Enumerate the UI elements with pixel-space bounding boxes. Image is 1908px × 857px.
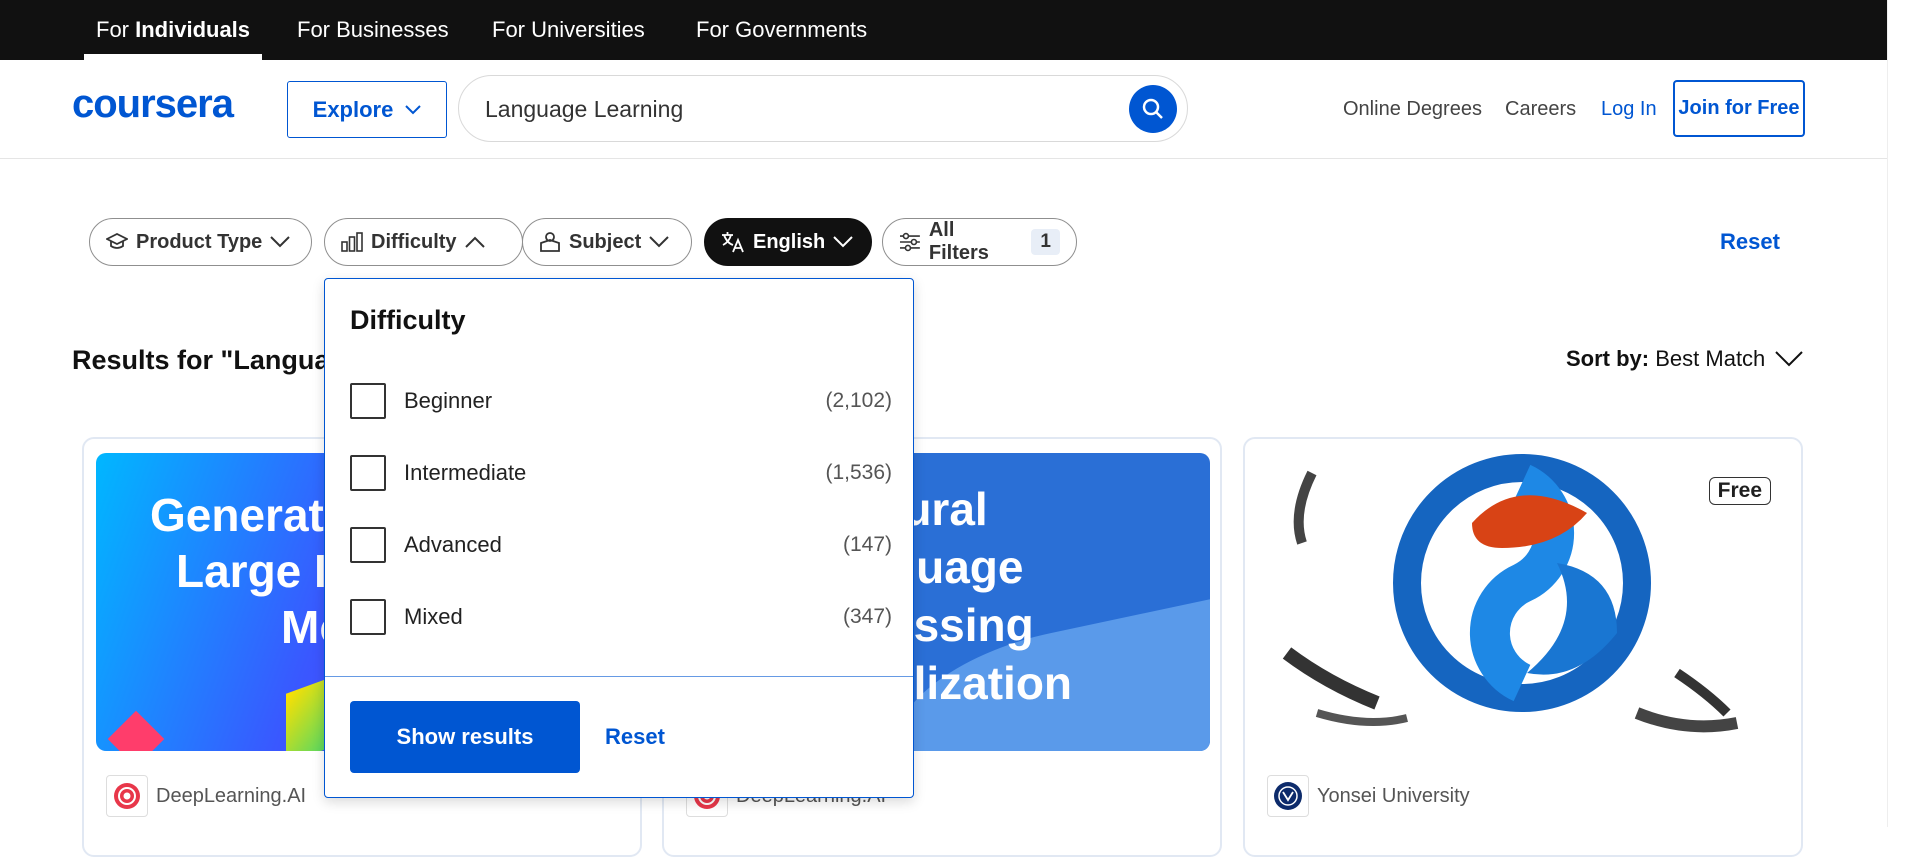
yonsei-logo xyxy=(1267,775,1309,817)
chevron-down-icon xyxy=(405,104,422,114)
course-card[interactable]: Free Yonsei University xyxy=(1243,437,1803,857)
option-beginner[interactable]: Beginner (2,102) xyxy=(350,381,892,421)
checkbox[interactable] xyxy=(350,383,386,419)
option-label: Advanced xyxy=(404,532,502,557)
show-results-button[interactable]: Show results xyxy=(350,701,580,773)
audience-bar: For Individuals For Businesses For Unive… xyxy=(0,0,1887,60)
thumbnail-line: Large I xyxy=(176,545,327,597)
chevron-down-icon xyxy=(649,236,669,248)
course-thumbnail: Free xyxy=(1257,453,1791,751)
all-filters-button[interactable]: All Filters 1 xyxy=(882,218,1077,266)
chevron-up-icon xyxy=(464,236,485,248)
site-header: coursera Explore Online Degrees Careers … xyxy=(0,60,1887,159)
chevron-down-icon xyxy=(270,236,291,248)
divider xyxy=(325,676,913,677)
difficulty-label: Difficulty xyxy=(371,230,457,253)
results-title: Results for "Langua xyxy=(72,345,330,375)
subject-label: Subject xyxy=(569,230,642,253)
sort-value: Best Match xyxy=(1655,346,1766,371)
careers-link[interactable]: Careers xyxy=(1505,98,1576,121)
translate-icon xyxy=(722,232,744,253)
online-degrees-link[interactable]: Online Degrees xyxy=(1343,98,1482,121)
difficulty-filter[interactable]: Difficulty xyxy=(324,218,523,266)
sort-label: Sort by: xyxy=(1566,346,1650,371)
scrollbar-track[interactable] xyxy=(1887,0,1908,827)
option-label: Beginner xyxy=(404,388,493,413)
coursera-logo[interactable]: coursera xyxy=(72,82,234,127)
thumbnail-line: alization xyxy=(888,657,1073,709)
explore-label: Explore xyxy=(312,96,394,122)
graduation-cap-icon xyxy=(106,233,128,249)
subject-icon xyxy=(540,232,560,252)
active-filter-count: 1 xyxy=(1031,229,1060,255)
option-intermediate[interactable]: Intermediate (1,536) xyxy=(350,453,892,493)
option-advanced[interactable]: Advanced (147) xyxy=(350,525,892,565)
tab-label-prefix: For xyxy=(96,17,136,42)
subject-filter[interactable]: Subject xyxy=(522,218,692,266)
option-count: (2,102) xyxy=(825,389,892,412)
checkbox[interactable] xyxy=(350,455,386,491)
checkbox[interactable] xyxy=(350,599,386,635)
tab-for-businesses[interactable]: For Businesses xyxy=(285,0,461,60)
chevron-down-icon xyxy=(833,236,853,248)
search-button[interactable] xyxy=(1129,85,1177,133)
search-icon xyxy=(1142,98,1163,119)
all-filters-label: All Filters xyxy=(928,219,989,264)
search-input[interactable] xyxy=(483,88,1083,130)
option-count: (147) xyxy=(842,533,892,556)
sliders-icon xyxy=(899,232,920,252)
tab-for-governments[interactable]: For Governments xyxy=(684,0,879,60)
join-for-free-button[interactable]: Join for Free xyxy=(1673,80,1805,137)
option-count: (1,536) xyxy=(825,461,892,484)
option-label: Mixed xyxy=(404,604,463,629)
option-mixed[interactable]: Mixed (347) xyxy=(350,597,892,637)
decorative-shape xyxy=(107,710,165,751)
dropdown-reset-link[interactable]: Reset xyxy=(605,724,665,750)
dropdown-title: Difficulty xyxy=(350,305,466,335)
partner-info: Yonsei University xyxy=(1267,775,1470,817)
chevron-down-icon xyxy=(1775,351,1804,367)
deeplearning-logo xyxy=(106,775,148,817)
reset-filters-link[interactable]: Reset xyxy=(1720,229,1780,255)
sort-dropdown[interactable]: Sort by: Best Match xyxy=(1566,346,1804,372)
partner-name: Yonsei University xyxy=(1317,784,1470,807)
tab-label-bold: Individuals xyxy=(135,17,251,42)
product-type-filter[interactable]: Product Type xyxy=(89,218,312,266)
tab-for-universities[interactable]: For Universities xyxy=(480,0,657,60)
language-label: English xyxy=(753,230,826,253)
option-label: Intermediate xyxy=(404,460,527,485)
tab-for-individuals[interactable]: For Individuals xyxy=(84,0,263,60)
difficulty-dropdown: Difficulty Beginner (2,102) Intermediate… xyxy=(324,278,914,798)
bar-chart-icon xyxy=(341,232,363,252)
free-badge: Free xyxy=(1708,477,1771,505)
search-bar xyxy=(458,75,1188,142)
log-in-link[interactable]: Log In xyxy=(1601,98,1657,121)
partner-info: DeepLearning.AI xyxy=(106,775,306,817)
checkbox[interactable] xyxy=(350,527,386,563)
thumbnail-line: Generat xyxy=(150,489,324,541)
explore-button[interactable]: Explore xyxy=(287,81,447,138)
language-filter[interactable]: English xyxy=(704,218,872,266)
product-type-label: Product Type xyxy=(136,230,263,253)
option-count: (347) xyxy=(842,605,892,628)
partner-name: DeepLearning.AI xyxy=(156,784,307,807)
